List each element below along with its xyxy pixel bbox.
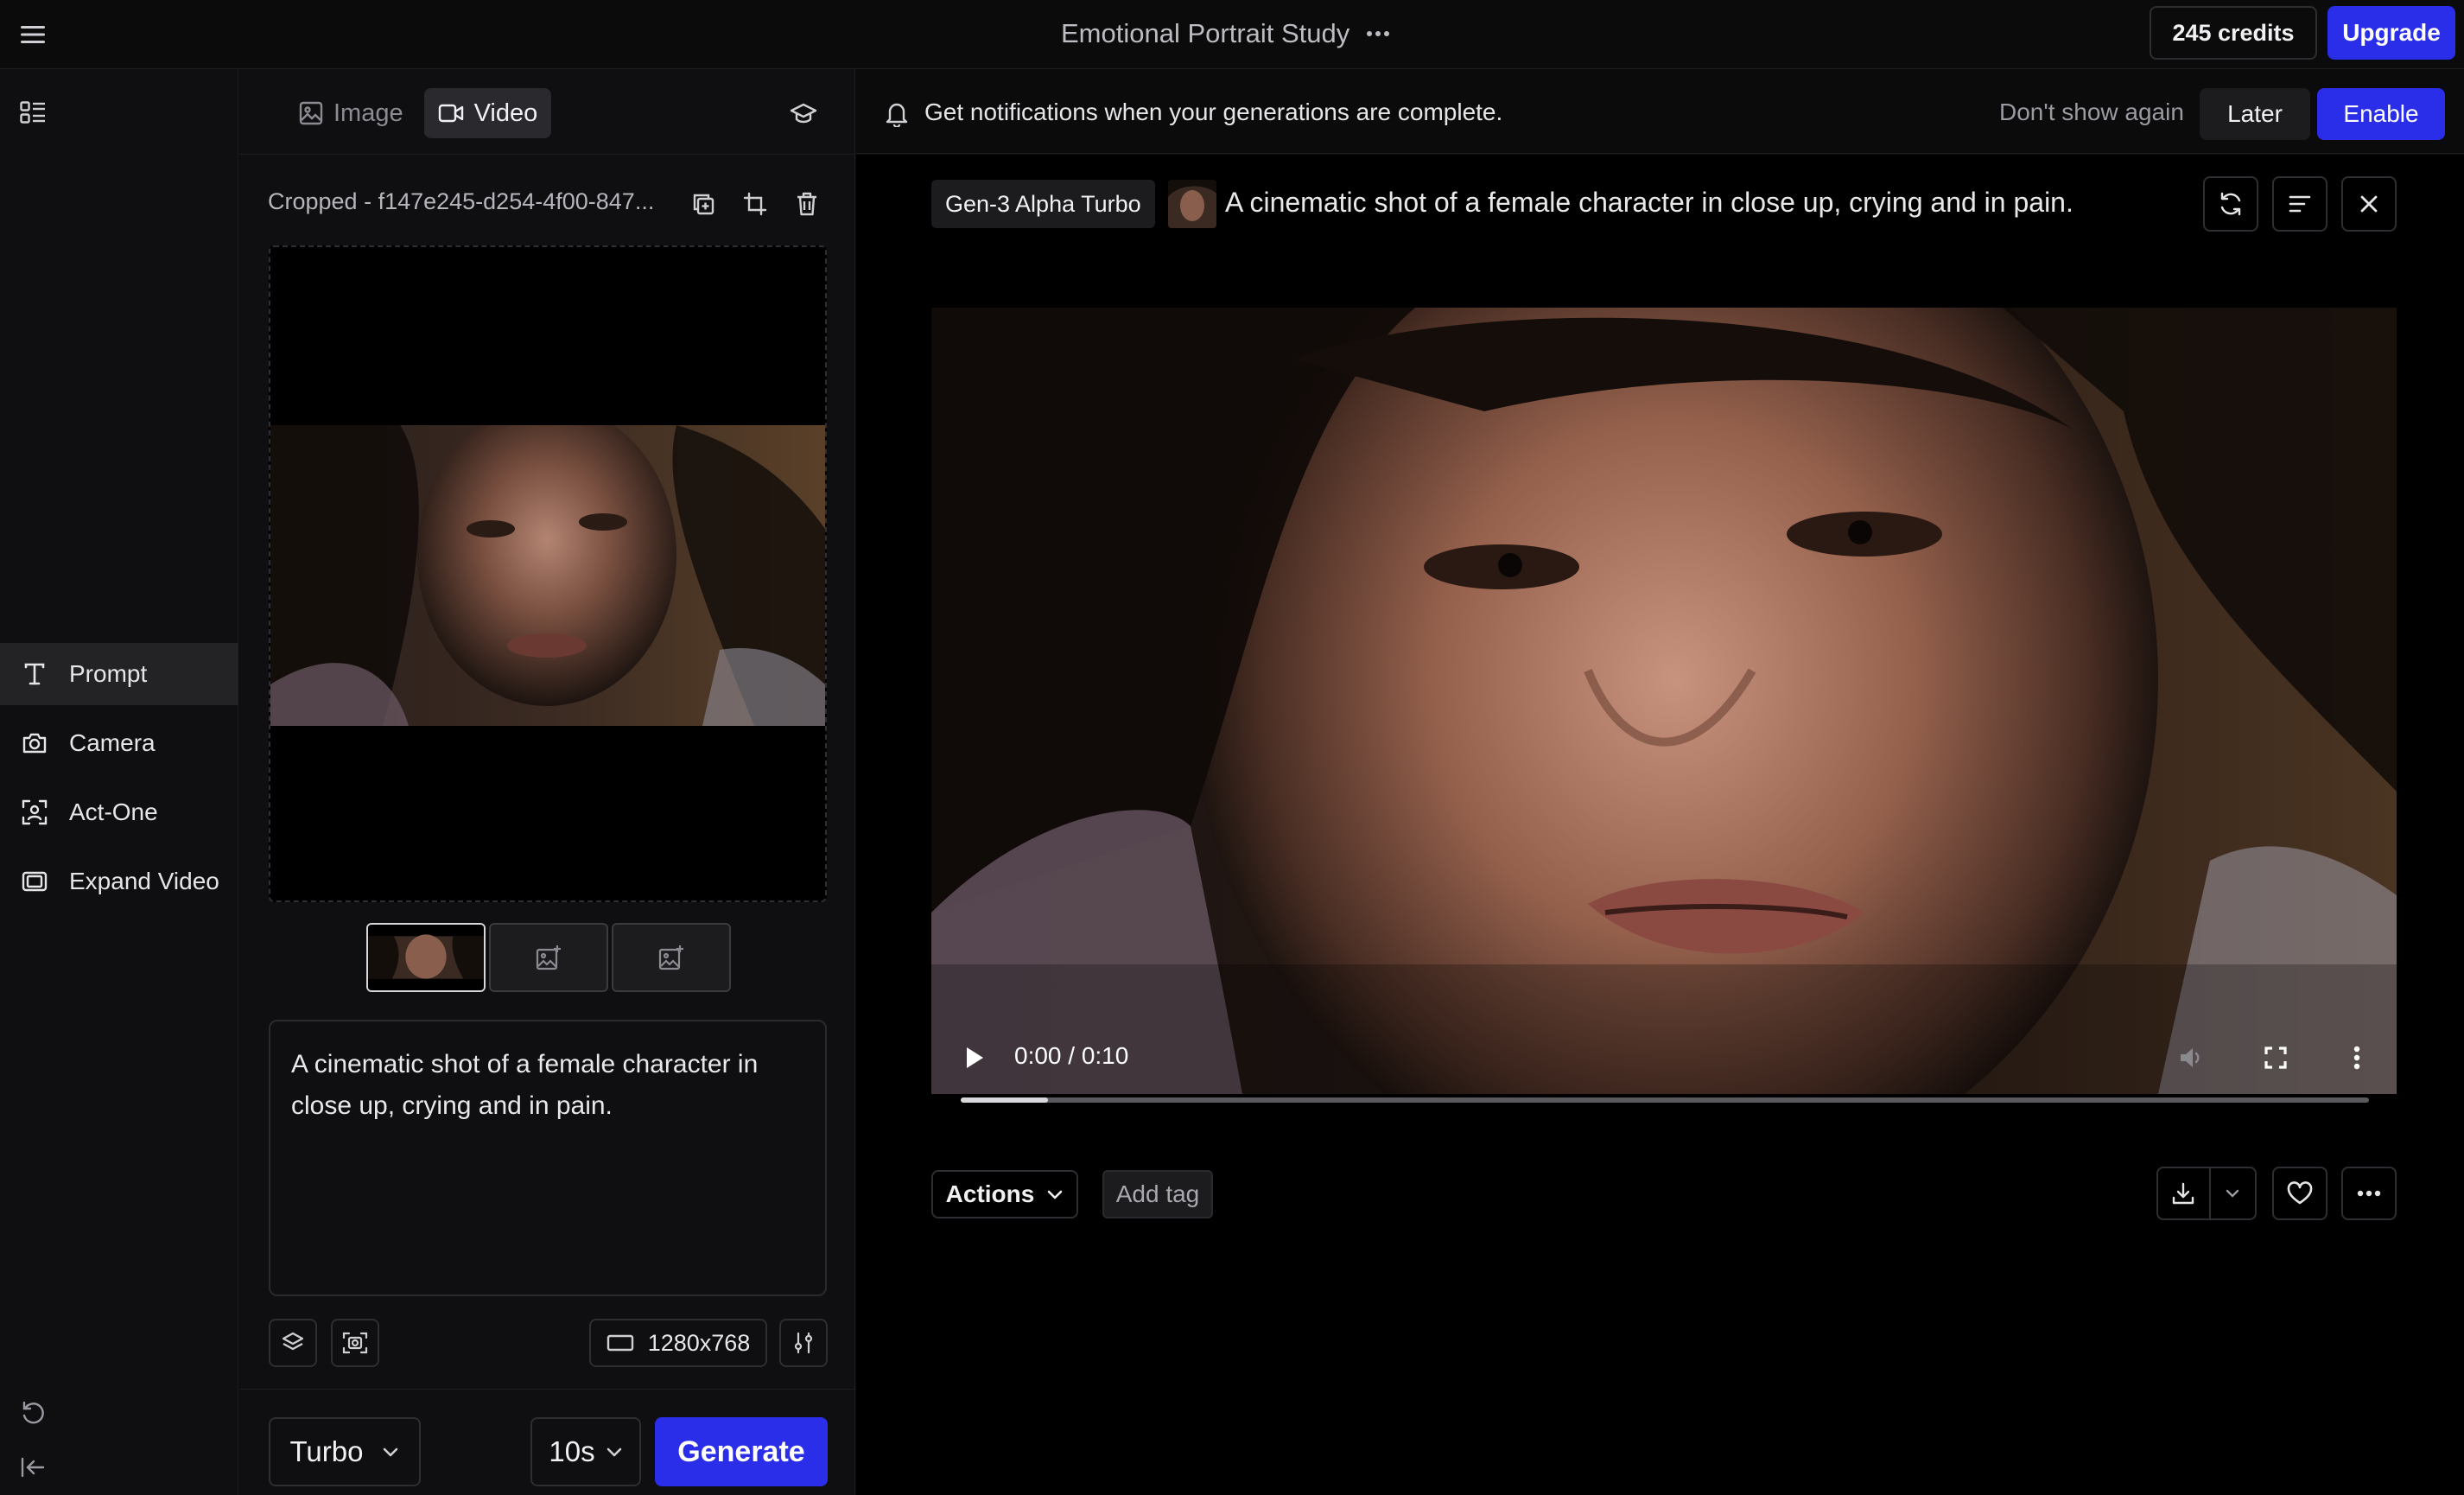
download-icon[interactable] bbox=[2158, 1168, 2211, 1218]
more-horizontal-icon[interactable] bbox=[1363, 19, 1393, 48]
chevron-down-icon bbox=[382, 1447, 399, 1457]
input-file-name: Cropped - f147e245-d254-4f00-847... bbox=[268, 188, 655, 214]
play-icon[interactable] bbox=[957, 1040, 992, 1075]
tab-label: Video bbox=[473, 99, 538, 127]
face-capture-button[interactable] bbox=[331, 1319, 379, 1367]
video-time: 0:00 / 0:10 bbox=[1014, 1042, 1129, 1069]
generation-prompt: A cinematic shot of a female character i… bbox=[1225, 187, 2073, 218]
add-tag-button[interactable]: Add tag bbox=[1102, 1170, 1213, 1218]
settings-sliders-button[interactable] bbox=[779, 1319, 828, 1367]
tab-image[interactable]: Image bbox=[285, 88, 417, 138]
model-select-value: Turbo bbox=[289, 1435, 364, 1467]
close-button[interactable] bbox=[2341, 176, 2397, 232]
more-horizontal-icon[interactable] bbox=[2341, 1167, 2397, 1220]
resolution-label: 1280x768 bbox=[647, 1329, 751, 1356]
keyframe-slot-last[interactable] bbox=[612, 923, 731, 992]
video-player[interactable] bbox=[931, 308, 2397, 1094]
volume-icon[interactable] bbox=[2172, 1039, 2210, 1077]
aspect-ratio-icon bbox=[606, 1333, 634, 1352]
trash-icon[interactable] bbox=[790, 187, 824, 221]
more-vertical-icon[interactable] bbox=[2338, 1039, 2376, 1077]
mode-tabs: Image Video bbox=[285, 88, 552, 138]
video-progress-fill bbox=[961, 1097, 1048, 1103]
camera-icon bbox=[19, 728, 50, 759]
rail-item-prompt[interactable]: Prompt bbox=[0, 643, 238, 705]
actions-button[interactable]: Actions bbox=[931, 1170, 1078, 1218]
rail-item-label: Expand Video bbox=[69, 868, 219, 894]
favorite-heart-icon[interactable] bbox=[2272, 1167, 2327, 1220]
chevron-down-icon[interactable] bbox=[2211, 1168, 2255, 1218]
notification-message: Get notifications when your generations … bbox=[924, 99, 1503, 125]
model-select[interactable]: Turbo bbox=[269, 1417, 421, 1486]
rail-item-label: Act-One bbox=[69, 798, 158, 825]
keyframe-slot-first[interactable] bbox=[366, 923, 486, 992]
hamburger-menu-icon[interactable] bbox=[16, 17, 50, 52]
credits-button[interactable]: 245 credits bbox=[2150, 6, 2317, 60]
history-icon[interactable] bbox=[16, 1396, 50, 1430]
project-title[interactable]: Emotional Portrait Study bbox=[1061, 18, 1349, 49]
rail-item-act-one[interactable]: Act-One bbox=[0, 781, 238, 843]
input-image-frame[interactable] bbox=[269, 245, 827, 902]
chevron-down-icon bbox=[1046, 1189, 1064, 1199]
keyframe-slot-middle[interactable] bbox=[489, 923, 608, 992]
assets-list-icon[interactable] bbox=[16, 95, 50, 130]
refresh-button[interactable] bbox=[2203, 176, 2258, 232]
duplicate-icon[interactable] bbox=[686, 187, 721, 221]
face-scan-icon bbox=[19, 797, 50, 828]
project-title-group: Emotional Portrait Study bbox=[1061, 16, 1393, 52]
actions-label: Actions bbox=[945, 1180, 1035, 1207]
later-button[interactable]: Later bbox=[2200, 88, 2310, 140]
model-badge: Gen-3 Alpha Turbo bbox=[931, 180, 1155, 228]
download-button-group bbox=[2156, 1167, 2257, 1220]
rail-item-camera[interactable]: Camera bbox=[0, 712, 238, 774]
tab-video[interactable]: Video bbox=[423, 88, 552, 138]
duration-select-value: 10s bbox=[549, 1435, 595, 1467]
bell-icon bbox=[880, 97, 914, 131]
rail-item-label: Camera bbox=[69, 729, 156, 756]
input-image bbox=[270, 425, 825, 726]
rail-item-label: Prompt bbox=[69, 660, 148, 687]
text-icon bbox=[19, 658, 50, 690]
graduation-cap-icon[interactable] bbox=[786, 97, 821, 131]
image-icon bbox=[299, 101, 323, 125]
fullscreen-icon[interactable] bbox=[2257, 1039, 2295, 1077]
dont-show-again-link[interactable]: Don't show again bbox=[1999, 99, 2184, 126]
tab-label: Image bbox=[333, 99, 403, 127]
resolution-button[interactable]: 1280x768 bbox=[589, 1319, 767, 1367]
input-thumbnail bbox=[1168, 180, 1216, 228]
crop-icon[interactable] bbox=[738, 187, 772, 221]
video-progress-track[interactable] bbox=[961, 1097, 2369, 1103]
divider bbox=[239, 1389, 855, 1390]
prompt-textarea[interactable]: A cinematic shot of a female character i… bbox=[269, 1020, 827, 1296]
generate-button[interactable]: Generate bbox=[655, 1417, 828, 1486]
enable-notifications-button[interactable]: Enable bbox=[2317, 88, 2445, 140]
collapse-sidebar-icon[interactable] bbox=[16, 1450, 50, 1485]
expand-icon bbox=[19, 866, 50, 897]
upgrade-button[interactable]: Upgrade bbox=[2327, 6, 2455, 60]
layers-button[interactable] bbox=[269, 1319, 317, 1367]
divider bbox=[239, 154, 855, 155]
video-icon bbox=[438, 103, 464, 124]
duration-select[interactable]: 10s bbox=[530, 1417, 641, 1486]
rail-item-expand-video[interactable]: Expand Video bbox=[0, 850, 238, 913]
details-button[interactable] bbox=[2272, 176, 2327, 232]
chevron-down-icon bbox=[606, 1447, 623, 1457]
keyframe-slots bbox=[366, 923, 731, 992]
